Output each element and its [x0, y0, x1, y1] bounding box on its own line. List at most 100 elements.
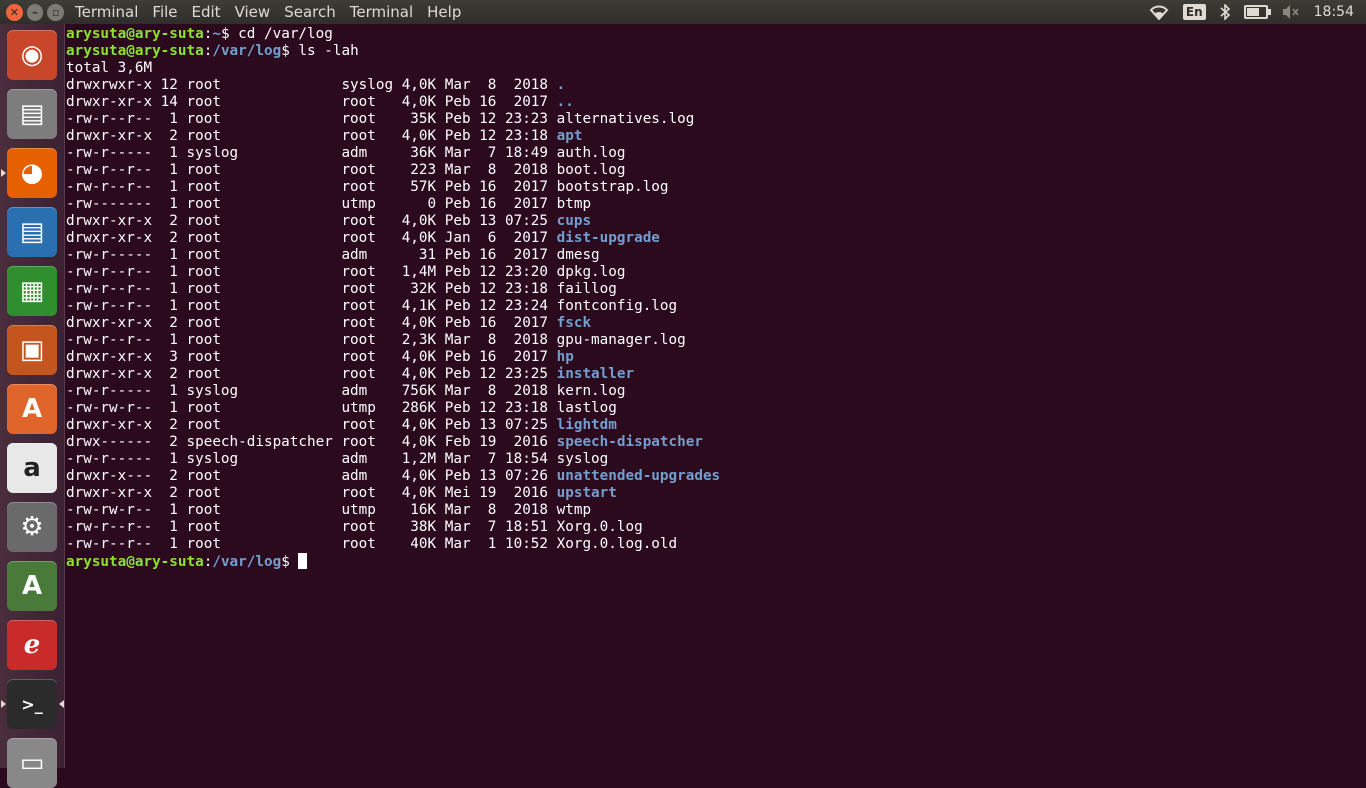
ls-entry: drwx------ 2 speech-dispatcher root 4,0K… [66, 434, 1362, 451]
ls-entry-file-name: kern.log [556, 383, 626, 399]
firefox-icon: ◕ [20, 158, 44, 188]
ls-entry-directory-name: dist-upgrade [556, 230, 660, 246]
ls-entry: -rw------- 1 root utmp 0 Peb 16 2017 btm… [66, 196, 1362, 213]
ls-entry-file-name: wtmp [556, 502, 592, 518]
window-controls: ✕ – ▫ [6, 3, 65, 21]
bluetooth-icon[interactable] [1220, 4, 1230, 20]
ls-entry-directory-name: .. [556, 94, 574, 110]
prompt-path: /var/log [212, 43, 282, 59]
launcher-item-firefox[interactable]: ◕ [7, 148, 57, 198]
ls-entry-file-name: lastlog [556, 400, 617, 416]
ls-entry: -rw-r--r-- 1 root root 1,4M Peb 12 23:20… [66, 264, 1362, 281]
ls-entry-meta: -rw-r--r-- 1 root root 35K Peb 12 23:23 [66, 111, 557, 127]
command-line: arysuta@ary-suta:~$ cd /var/log [66, 26, 1362, 43]
battery-fill [1246, 8, 1259, 16]
output-line: total 3,6M [66, 60, 153, 76]
running-indicator [1, 169, 6, 177]
calc-spreadsheet-icon: ▦ [19, 276, 45, 306]
ls-entry: drwxr-xr-x 2 root root 4,0K Peb 16 2017 … [66, 315, 1362, 332]
keyboard-layout-indicator[interactable]: En [1182, 4, 1206, 20]
menu-edit[interactable]: Edit [185, 0, 228, 24]
menu-search[interactable]: Search [277, 0, 343, 24]
ls-entry-meta: -rw-r----- 1 syslog adm 36K Mar 7 18:49 [66, 145, 557, 161]
ls-entry-meta: drwxr-xr-x 2 root root 4,0K Peb 13 07:25 [66, 417, 557, 433]
text-cursor [298, 553, 308, 569]
ls-entry-meta: drwxr-xr-x 2 root root 4,0K Peb 12 23:25 [66, 366, 557, 382]
ls-entry-meta: drwx------ 2 speech-dispatcher root 4,0K… [66, 434, 557, 450]
ls-entry-file-name: dpkg.log [556, 264, 626, 280]
ls-entry: drwxr-xr-x 2 root root 4,0K Peb 12 23:25… [66, 366, 1362, 383]
ls-entry: drwxrwxr-x 12 root syslog 4,0K Mar 8 201… [66, 77, 1362, 94]
settings-wrench-icon: ⚙ [20, 512, 44, 542]
ls-entry-directory-name: speech-dispatcher [556, 434, 703, 450]
ubuntu-logo-icon: ◉ [20, 40, 44, 70]
ls-entry-file-name: gpu-manager.log [556, 332, 686, 348]
prompt-path: /var/log [212, 554, 282, 570]
volume-muted-icon[interactable] [1282, 4, 1300, 20]
file-cabinet-icon: ▤ [19, 99, 45, 129]
launcher-item-software-updater[interactable]: A [7, 561, 57, 611]
ls-entry: -rw-r----- 1 root adm 31 Peb 16 2017 dme… [66, 247, 1362, 264]
battery-icon[interactable] [1243, 5, 1271, 19]
close-icon[interactable]: ✕ [6, 3, 23, 21]
ls-entry-meta: -rw-r--r-- 1 root root 223 Mar 8 2018 [66, 162, 557, 178]
launcher-item-amazon[interactable]: a [7, 443, 57, 493]
launcher: ◉ ▤ ◕ ▤ ▦ ▣ Aa ⚙ Aℯ >_ ▭ [0, 24, 65, 788]
ls-entry: drwxr-xr-x 3 root root 4,0K Peb 16 2017 … [66, 349, 1362, 366]
ls-entry: -rw-r----- 1 syslog adm 36K Mar 7 18:49 … [66, 145, 1362, 162]
top-panel: ✕ – ▫ Terminal File Edit View Search Ter… [0, 0, 1366, 24]
minimize-icon[interactable]: – [26, 3, 44, 21]
amazon-logo-icon: a [23, 453, 41, 483]
ls-entry-directory-name: installer [556, 366, 635, 382]
ls-entry-meta: drwxr-xr-x 2 root root 4,0K Peb 13 07:25 [66, 213, 557, 229]
software-updater-icon: A [21, 571, 43, 601]
ls-entry: -rw-r--r-- 1 root root 35K Peb 12 23:23 … [66, 111, 1362, 128]
wifi-icon[interactable] [1149, 4, 1169, 20]
terminal-icon: >_ [21, 694, 43, 714]
launcher-item-system-settings[interactable]: ⚙ [7, 502, 57, 552]
launcher-item-software-center[interactable]: A [7, 384, 57, 434]
launcher-item-libreoffice-calc[interactable]: ▦ [7, 266, 57, 316]
clock[interactable]: 18:54 [1314, 4, 1354, 20]
launcher-item-document-viewer[interactable]: ℯ [7, 620, 57, 670]
prompt-user: arysuta@ary-suta [66, 26, 204, 42]
ls-entry-directory-name: fsck [556, 315, 592, 331]
launcher-item-ubuntu-dash[interactable]: ◉ [7, 30, 57, 80]
ls-entry-meta: -rw------- 1 root utmp 0 Peb 16 2017 [66, 196, 557, 212]
terminal-output[interactable]: arysuta@ary-suta:~$ cd /var/log arysuta@a… [66, 26, 1362, 766]
maximize-icon[interactable]: ▫ [47, 3, 65, 21]
menu-view[interactable]: View [228, 0, 278, 24]
ls-entry-meta: drwxrwxr-x 12 root syslog 4,0K Mar 8 201… [66, 77, 557, 93]
ls-entry-file-name: auth.log [556, 145, 626, 161]
launcher-item-libreoffice-writer[interactable]: ▤ [7, 207, 57, 257]
menu-app-title[interactable]: Terminal [68, 0, 145, 24]
impress-presentation-icon: ▣ [19, 335, 45, 365]
launcher-item-terminal[interactable]: >_ [7, 679, 57, 729]
ls-entry-meta: -rw-r--r-- 1 root root 1,4M Peb 12 23:20 [66, 264, 557, 280]
ls-entry: -rw-r--r-- 1 root root 2,3K Mar 8 2018 g… [66, 332, 1362, 349]
prompt-path: ~ [212, 26, 221, 42]
ls-entry: -rw-rw-r-- 1 root utmp 286K Peb 12 23:18… [66, 400, 1362, 417]
launcher-item-files[interactable]: ▤ [7, 89, 57, 139]
ls-entry-meta: drwxr-xr-x 14 root root 4,0K Peb 16 2017 [66, 94, 557, 110]
ls-entry: -rw-r--r-- 1 root root 38K Mar 7 18:51 X… [66, 519, 1362, 536]
prompt-command: $ [281, 554, 299, 570]
ls-entry-file-name: Xorg.0.log [556, 519, 643, 535]
ls-entry: -rw-r--r-- 1 root root 4,1K Peb 12 23:24… [66, 298, 1362, 315]
ls-entry-meta: drwxr-xr-x 2 root root 4,0K Peb 12 23:18 [66, 128, 557, 144]
prompt-command: $ ls -lah [281, 43, 359, 59]
writer-document-icon: ▤ [19, 217, 45, 247]
ls-entry-meta: -rw-rw-r-- 1 root utmp 286K Peb 12 23:18 [66, 400, 557, 416]
ls-entry-directory-name: cups [556, 213, 592, 229]
ls-entry-meta: drwxr-xr-x 2 root root 4,0K Jan 6 2017 [66, 230, 557, 246]
launcher-item-libreoffice-impress[interactable]: ▣ [7, 325, 57, 375]
launcher-item-trash[interactable]: ▭ [7, 738, 57, 788]
menu-file[interactable]: File [145, 0, 184, 24]
ls-entry-meta: drwxr-xr-x 2 root root 4,0K Peb 16 2017 [66, 315, 557, 331]
ls-entry-file-name: faillog [556, 281, 617, 297]
focused-indicator [59, 700, 64, 708]
indicator-area: En 18:54 [1149, 4, 1366, 20]
menu-terminal[interactable]: Terminal [343, 0, 420, 24]
menu-help[interactable]: Help [420, 0, 468, 24]
ls-entry: -rw-r--r-- 1 root root 40K Mar 1 10:52 X… [66, 536, 1362, 553]
